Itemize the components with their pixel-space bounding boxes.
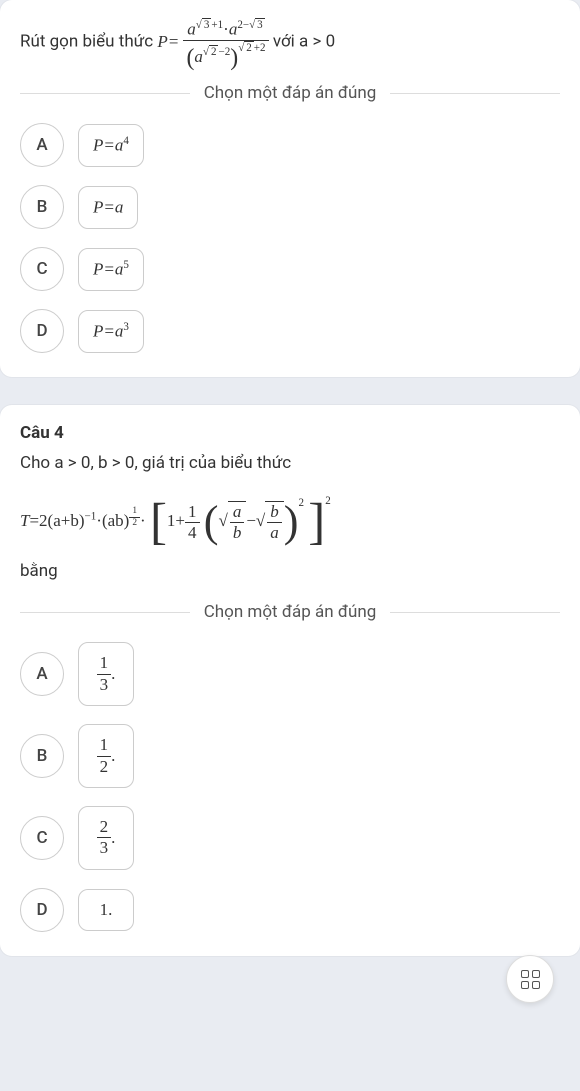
q3-lead: Rút gọn biểu thức (20, 32, 157, 52)
q3-option-A[interactable]: A P=a4 (20, 123, 560, 167)
option-content: 23. (78, 806, 134, 870)
q4-expression: T=2(a+b)−1·(ab)12· [1+14 (ab−ba)2 ]2 (20, 492, 560, 543)
q4-prompt-divider: Chọn một đáp án đúng (20, 602, 560, 622)
q4-option-C[interactable]: C 23. (20, 806, 560, 870)
option-letter: B (20, 185, 64, 229)
q4-option-D[interactable]: D 1. (20, 888, 560, 932)
option-letter: A (20, 652, 64, 696)
q3-expression: P= a3+1·a2−3 (a2−2)2+2 (157, 32, 273, 51)
grid-view-button[interactable] (506, 955, 554, 1003)
option-content: 1. (78, 889, 134, 931)
option-letter: B (20, 734, 64, 778)
q3-options: A P=a4 B P=a C P=a5 D P=a3 (20, 123, 560, 353)
q4-tail: bằng (20, 557, 560, 586)
option-letter: C (20, 816, 64, 860)
q3-prompt-divider: Chọn một đáp án đúng (20, 83, 560, 103)
q3-option-B[interactable]: B P=a (20, 185, 560, 229)
q3-condition: với a > 0 (273, 32, 335, 52)
q4-options: A 13. B 12. C 23. D 1. (20, 642, 560, 931)
option-content: P=a4 (78, 124, 144, 167)
q3-prompt: Chọn một đáp án đúng (190, 83, 391, 103)
option-letter: D (20, 888, 64, 932)
question-3-card: Rút gọn biểu thức P= a3+1·a2−3 (a2−2)2+2… (0, 0, 580, 377)
q4-prompt: Chọn một đáp án đúng (190, 602, 391, 622)
q4-label: Câu 4 (20, 423, 560, 443)
option-letter: C (20, 247, 64, 291)
option-content: P=a5 (78, 248, 144, 291)
q4-lead: Cho a > 0, b > 0, giá trị của biểu thức (20, 449, 560, 478)
option-content: 12. (78, 724, 134, 788)
option-letter: A (20, 123, 64, 167)
q4-option-B[interactable]: B 12. (20, 724, 560, 788)
option-content: 13. (78, 642, 134, 706)
q3-option-D[interactable]: D P=a3 (20, 309, 560, 353)
option-content: P=a3 (78, 310, 144, 353)
option-content: P=a (78, 186, 138, 229)
q3-option-C[interactable]: C P=a5 (20, 247, 560, 291)
question-4-card: Câu 4 Cho a > 0, b > 0, giá trị của biểu… (0, 405, 580, 955)
option-letter: D (20, 309, 64, 353)
question-3-text: Rút gọn biểu thức P= a3+1·a2−3 (a2−2)2+2… (20, 18, 560, 67)
grid-icon (521, 970, 540, 989)
q4-option-A[interactable]: A 13. (20, 642, 560, 706)
